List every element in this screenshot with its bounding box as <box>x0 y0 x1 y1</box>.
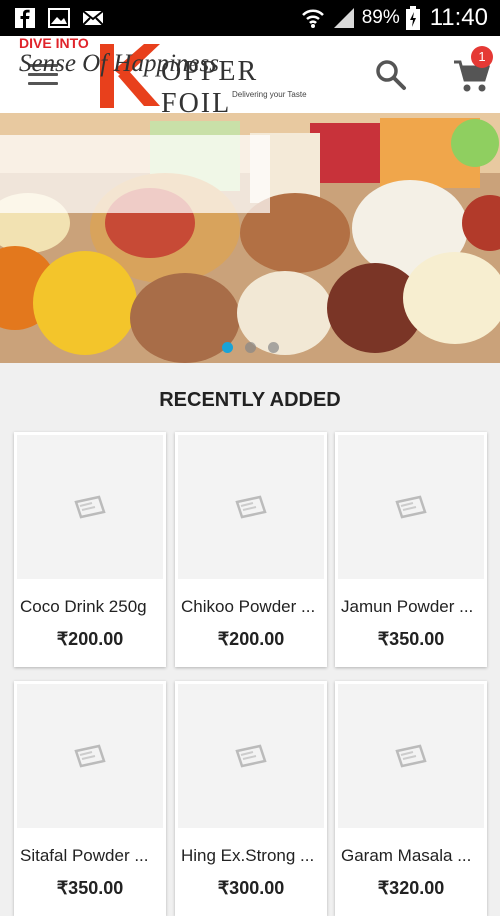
battery-percent: 89% <box>361 7 400 28</box>
product-card[interactable]: Chikoo Powder ... ₹200.00 <box>175 432 327 667</box>
gallery-icon <box>48 8 70 28</box>
product-name: Jamun Powder ... <box>341 597 474 616</box>
image-placeholder-icon <box>74 495 106 519</box>
carousel-dot-2[interactable] <box>245 342 256 353</box>
product-price: ₹200.00 <box>56 629 124 649</box>
facebook-icon <box>15 8 35 28</box>
clock: 11:40 <box>429 4 488 31</box>
product-name: Chikoo Powder ... <box>181 597 316 616</box>
mail-icon <box>82 10 104 26</box>
product-image-placeholder <box>338 684 484 828</box>
image-placeholder-icon <box>235 495 267 519</box>
search-button[interactable] <box>374 58 408 92</box>
status-bar: 89% 11:40 <box>0 0 500 36</box>
battery-icon <box>405 6 420 30</box>
search-icon <box>376 60 406 90</box>
product-image-placeholder <box>17 684 163 828</box>
product-card[interactable]: Sitafal Powder ... ₹350.00 <box>14 681 166 916</box>
banner-headline: Sense Of Happiness <box>19 50 219 77</box>
product-image-placeholder <box>178 684 324 828</box>
product-image-placeholder <box>17 435 163 579</box>
logo-tagline: Delivering your Taste <box>232 90 307 99</box>
image-placeholder-icon <box>395 744 427 768</box>
carousel-dot-1[interactable] <box>222 342 233 353</box>
product-card[interactable]: Garam Masala ... ₹320.00 <box>335 681 487 916</box>
promo-banner[interactable] <box>0 113 500 363</box>
carousel-dot-3[interactable] <box>268 342 279 353</box>
banner-kicker: DIVE INTO <box>19 35 89 51</box>
signal-icon <box>333 8 354 28</box>
wifi-icon <box>301 9 324 28</box>
product-image-placeholder <box>338 435 484 579</box>
product-name: Coco Drink 250g <box>20 597 147 616</box>
hamburger-icon-line <box>28 82 58 85</box>
cart-count-badge: 1 <box>471 46 493 68</box>
image-placeholder-icon <box>74 744 106 768</box>
product-price: ₹350.00 <box>377 629 445 649</box>
product-name: Hing Ex.Strong ... <box>181 846 315 865</box>
carousel-indicators <box>222 342 279 353</box>
product-image-placeholder <box>178 435 324 579</box>
product-card[interactable]: Hing Ex.Strong ... ₹300.00 <box>175 681 327 916</box>
image-placeholder-icon <box>235 744 267 768</box>
product-price: ₹200.00 <box>217 629 285 649</box>
product-name: Sitafal Powder ... <box>20 846 149 865</box>
banner-text-panel <box>0 135 270 213</box>
product-name: Garam Masala ... <box>341 846 472 865</box>
product-card[interactable]: Coco Drink 250g ₹200.00 <box>14 432 166 667</box>
product-card[interactable]: Jamun Powder ... ₹350.00 <box>335 432 487 667</box>
section-title: RECENTLY ADDED <box>159 389 341 411</box>
image-placeholder-icon <box>395 495 427 519</box>
